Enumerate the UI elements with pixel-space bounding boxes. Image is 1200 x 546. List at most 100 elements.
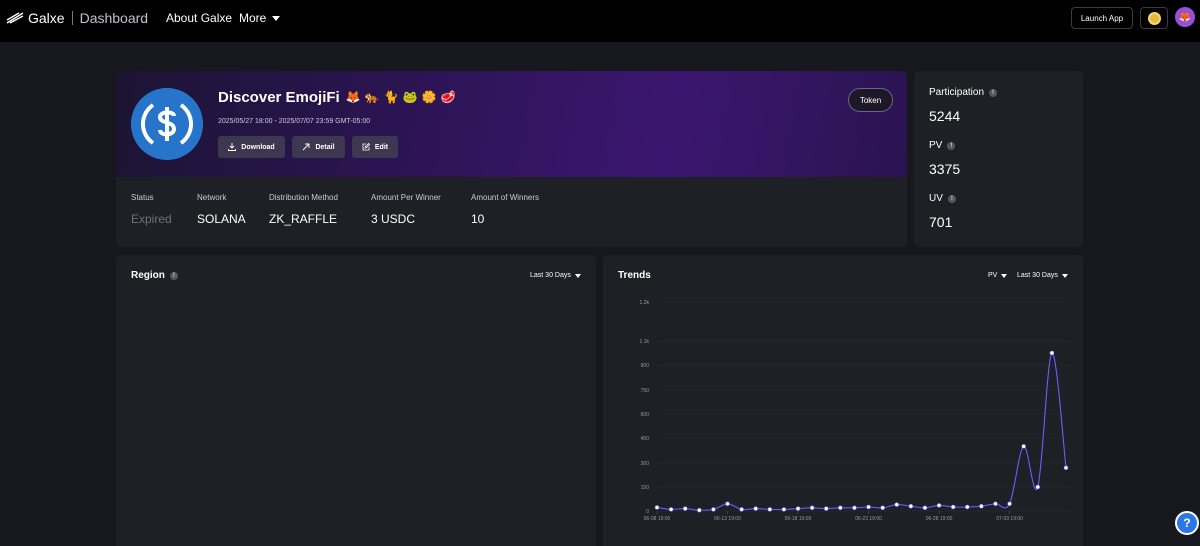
launch-app-button[interactable]: Launch App [1071, 7, 1133, 29]
emoji-row: 🦊 🐅 🐈 🐸 🌼 🥩 [346, 90, 460, 105]
uv-value: 701 [929, 214, 953, 230]
section-name: Dashboard [79, 10, 149, 26]
uv-label-text: UV [929, 193, 943, 204]
y-tick-label: 900 [641, 363, 650, 369]
frog-emoji-icon: 🐸 [402, 90, 418, 104]
pv-value: 3375 [929, 161, 961, 177]
distribution-method-value: ZK_RAFFLE [269, 212, 338, 226]
brand-name: Galxe [28, 10, 65, 26]
region-title-text: Region [131, 270, 165, 281]
participation-label-text: Participation [929, 87, 985, 98]
data-point [880, 505, 885, 511]
info-icon[interactable]: ! [947, 141, 956, 150]
logo-divider [71, 11, 73, 25]
data-point [753, 506, 759, 511]
chevron-down-icon [272, 15, 281, 21]
amount-per-winner-value: 3 USDC [371, 212, 416, 226]
campaign-banner: Discover EmojiFi 🦊 🐅 🐈 🐸 🌼 🥩 2025/05/27 … [116, 71, 907, 177]
help-button[interactable]: ? [1175, 511, 1199, 535]
data-point [823, 506, 829, 511]
detail-button[interactable]: Detail [292, 136, 345, 158]
data-point [682, 506, 688, 511]
token-tag[interactable]: Token [848, 88, 893, 112]
data-point [866, 504, 871, 510]
pv-label: PV ! [929, 140, 956, 151]
network-value: SOLANA [197, 212, 246, 226]
data-point [950, 504, 956, 510]
edit-label: Edit [374, 143, 389, 151]
download-button[interactable]: Download [218, 136, 285, 158]
y-tick-label: 150 [641, 485, 650, 491]
participation-label: Participation ! [929, 87, 998, 98]
x-tick-label: 06-08 19:00 [644, 516, 671, 522]
data-point [781, 507, 787, 512]
y-tick-label: 450 [641, 436, 650, 442]
series-line [656, 352, 1067, 511]
region-title: Region ! [131, 270, 178, 281]
coin-icon [1147, 11, 1161, 25]
y-tick-label: 300 [641, 461, 650, 467]
y-tick-label: 750 [641, 388, 650, 394]
info-icon[interactable]: ! [169, 271, 178, 280]
y-tick-label: 600 [641, 412, 650, 418]
data-point [964, 504, 970, 510]
arrow-up-right-icon [303, 143, 310, 151]
data-point [1049, 350, 1055, 356]
edit-icon [362, 143, 370, 151]
amount-of-winners-label: Amount of Winners [471, 193, 540, 202]
data-point [711, 507, 716, 512]
wallet-coin-button[interactable] [1140, 7, 1168, 29]
amount-of-winners-value: 10 [471, 212, 485, 226]
data-point [668, 507, 674, 512]
edit-button[interactable]: Edit [352, 136, 398, 158]
campaign-dates: 2025/05/27 18:00 - 2025/07/07 23:59 GMT-… [218, 118, 371, 125]
status-label: Status [131, 193, 154, 202]
question-mark-icon: ? [1183, 516, 1191, 530]
network-label: Network [197, 193, 227, 202]
top-bar: Galxe Dashboard About Galxe More Launch … [0, 0, 1200, 42]
data-point [654, 505, 660, 510]
nav-more-menu[interactable]: More [239, 11, 281, 25]
x-tick-label: 06-18 19:00 [785, 516, 812, 522]
y-tick-label: 1.2k [640, 300, 650, 306]
galxe-logo-icon [6, 12, 24, 24]
data-point [993, 501, 998, 507]
galxe-logo[interactable]: Galxe Dashboard [6, 10, 148, 26]
data-point [936, 503, 942, 508]
y-tick-label: 0 [646, 509, 649, 515]
stats-card: Participation ! 5244 PV ! 3375 UV ! 701 [914, 71, 1083, 247]
data-point [852, 505, 857, 511]
info-icon[interactable]: ! [989, 88, 998, 97]
data-point [1063, 465, 1069, 471]
tiger-emoji-icon: 🐅 [364, 90, 380, 104]
data-point [725, 501, 730, 507]
trends-card: Trends PV Last 30 Days 0 150 300 450 600 750 9… [603, 255, 1083, 546]
meat-emoji-icon: 🥩 [440, 90, 456, 104]
trends-line-chart: 0 150 300 450 600 750 900 1.1k 1.2k 06-08 19:00 06… [640, 300, 1071, 522]
data-point [1035, 484, 1041, 490]
data-point [979, 503, 984, 509]
campaign-title: Discover EmojiFi 🦊 🐅 🐈 🐸 🌼 🥩 [218, 89, 460, 106]
fox-avatar-icon: 🦊 [1178, 11, 1192, 23]
data-point [795, 506, 801, 511]
data-point [809, 505, 815, 511]
nav-about-galxe[interactable]: About Galxe [166, 11, 232, 25]
download-icon [228, 143, 237, 151]
avatar[interactable]: 🦊 [1175, 7, 1195, 27]
data-point [1021, 444, 1026, 449]
info-icon[interactable]: ! [947, 194, 956, 203]
data-point [908, 503, 914, 509]
y-tick-label: 1.1k [640, 339, 650, 345]
participation-value: 5244 [929, 108, 961, 124]
data-point [838, 505, 843, 511]
region-range-label: Last 30 Days [530, 272, 571, 279]
nav-more-label: More [239, 11, 267, 25]
status-value: Expired [131, 212, 172, 226]
flower-emoji-icon: 🌼 [421, 90, 437, 104]
region-range-select[interactable]: Last 30 Days [530, 272, 581, 279]
cat-emoji-icon: 🐈 [383, 90, 399, 104]
x-tick-label: 07-03 19:00 [996, 516, 1023, 522]
uv-label: UV ! [929, 193, 956, 204]
region-card: Region ! Last 30 Days [116, 255, 596, 546]
data-point [1007, 501, 1012, 507]
